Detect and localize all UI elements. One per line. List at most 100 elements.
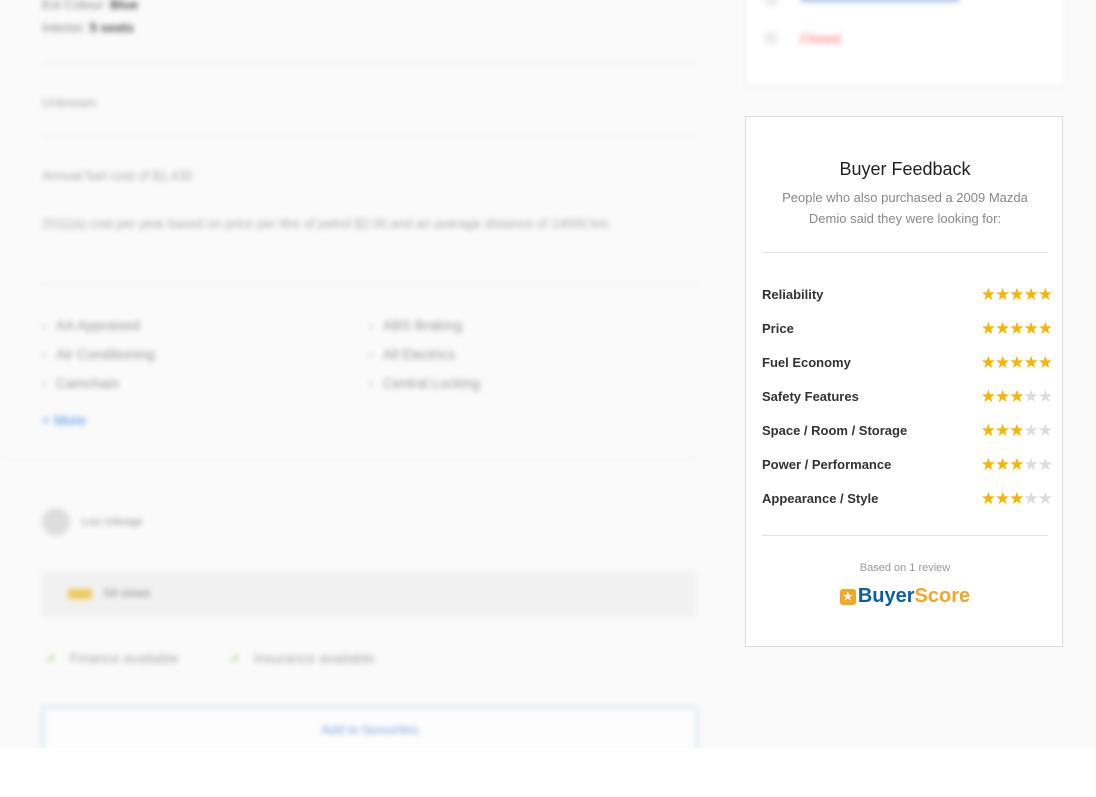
clock-icon	[764, 31, 778, 45]
star-icon: ★	[1037, 387, 1053, 406]
ext-colour-row: Ext Colour: Blue	[42, 0, 138, 12]
rating-label: Space / Room / Storage	[762, 423, 908, 438]
add-to-favourites-button[interactable]: Add to favourites	[42, 706, 698, 754]
divider	[762, 535, 1048, 536]
interior-label: Interior:	[42, 20, 87, 35]
logo-text-buyer: Buyer	[857, 585, 915, 607]
buyer-feedback-title: Buyer Feedback	[839, 159, 971, 179]
star-icon: ★	[995, 421, 1010, 440]
star-icon: ★	[1023, 319, 1039, 338]
rating-row: Space / Room / Storage ★★★★★	[762, 421, 1053, 441]
views-panel: 54 views	[42, 571, 696, 617]
fuel-cost: Annual fuel cost of $1,430	[42, 168, 193, 183]
opening-status[interactable]: Closed	[800, 31, 840, 46]
rating-label: Reliability	[762, 287, 824, 302]
rating-row: Fuel Economy ★★★★★	[762, 353, 1053, 373]
logo-text-score: Score	[914, 585, 971, 607]
trend-icon	[68, 589, 92, 599]
mileage-label: Low mileage	[81, 515, 143, 528]
buyer-feedback-card: Buyer Feedback People who also purchased…	[745, 116, 1063, 647]
star-icon: ★	[1037, 285, 1053, 304]
star-icon: ★	[995, 285, 1010, 304]
star-icon: ★	[1009, 489, 1024, 508]
star-icon: ★	[1009, 285, 1024, 304]
divider	[42, 62, 696, 63]
star-icon: ★	[995, 387, 1010, 406]
buyerscore-logo[interactable]: ★ BuyerScore	[746, 585, 1064, 608]
check-icon: ✓	[230, 650, 242, 666]
interior-row: Interior: 5 seats	[42, 20, 134, 35]
interior-value: 5 seats	[89, 20, 134, 35]
rating-label: Safety Features	[762, 389, 859, 404]
feature-item: Camchain	[42, 375, 119, 391]
buyer-feedback-subtitle: People who also purchased a 2009 Mazda D…	[782, 190, 1028, 226]
star-icon: ★	[1023, 353, 1039, 372]
star-icon: ★	[995, 489, 1010, 508]
star-rating: ★★★★★	[980, 285, 1053, 305]
star-icon: ★	[1037, 353, 1053, 372]
star-icon: ★	[1023, 387, 1039, 406]
star-rating: ★★★★★	[980, 421, 1053, 441]
star-icon: ★	[980, 489, 996, 508]
star-icon: ★	[995, 455, 1010, 474]
speedometer-icon	[42, 508, 70, 536]
more-features-link[interactable]: + More	[42, 412, 86, 428]
star-icon: ★	[980, 353, 996, 372]
fuel-note: 2011(a) cost per year based on price per…	[42, 216, 612, 231]
star-icon: ★	[1037, 319, 1053, 338]
star-icon: ★	[1009, 421, 1024, 440]
rating-label: Price	[762, 321, 794, 336]
review-count: Based on 1 review	[859, 562, 951, 574]
section-divider	[0, 458, 700, 459]
star-rating: ★★★★★	[980, 455, 1053, 475]
star-icon: ★	[1023, 489, 1039, 508]
star-icon: ★	[995, 353, 1010, 372]
listing-details: Ext Colour: Blue Interior: 5 seats Unkno…	[0, 0, 720, 797]
star-icon: ★	[980, 421, 996, 440]
divider	[42, 284, 696, 285]
star-icon: ★	[995, 319, 1010, 338]
star-icon: ★	[1009, 319, 1024, 338]
dealer-card: Closed	[745, 0, 1065, 87]
star-icon: ★	[1037, 421, 1053, 440]
rating-label: Fuel Economy	[762, 355, 851, 370]
rating-row: Appearance / Style ★★★★★	[762, 489, 1053, 509]
star-rating: ★★★★★	[980, 319, 1053, 339]
star-icon: ★	[980, 319, 996, 338]
globe-icon	[764, 0, 778, 7]
star-icon: ★	[1023, 455, 1039, 474]
dealer-website-link[interactable]	[800, 0, 960, 2]
star-icon: ★	[1009, 387, 1024, 406]
check-icon: ✓	[46, 650, 58, 666]
star-icon: ★	[980, 455, 996, 474]
star-icon: ★	[1023, 421, 1039, 440]
ext-colour-value: Blue	[109, 0, 139, 12]
rating-row: Power / Performance ★★★★★	[762, 455, 1053, 475]
star-rating: ★★★★★	[980, 387, 1053, 407]
rating-row: Reliability ★★★★★	[762, 285, 1053, 305]
insurance-available: ✓ Insurance available	[230, 650, 374, 667]
rating-label: Appearance / Style	[762, 491, 879, 506]
divider	[42, 136, 696, 137]
star-icon: ★	[980, 285, 996, 304]
feature-item: AA Appraised	[42, 317, 140, 333]
ext-colour-label: Ext Colour:	[42, 0, 107, 12]
star-rating: ★★★★★	[980, 353, 1053, 373]
feature-item: All Electrics	[369, 346, 455, 362]
rating-row: Safety Features ★★★★★	[762, 387, 1053, 407]
divider	[762, 252, 1048, 253]
mileage-badge: Low mileage	[42, 508, 143, 536]
finance-label: Finance available	[69, 650, 179, 666]
star-icon: ★	[980, 387, 996, 406]
rating-row: Price ★★★★★	[762, 319, 1053, 339]
star-icon: ★	[1009, 455, 1024, 474]
footer-strip	[0, 748, 1096, 797]
star-badge-icon: ★	[839, 588, 856, 605]
feature-item: Air Conditioning	[42, 346, 155, 362]
star-icon: ★	[1009, 353, 1024, 372]
insurance-label: Insurance available	[253, 650, 375, 666]
star-rating: ★★★★★	[980, 489, 1053, 509]
star-icon: ★	[1023, 285, 1039, 304]
feature-item: ABS Braking	[369, 317, 462, 333]
feature-item: Central Locking	[369, 375, 480, 391]
